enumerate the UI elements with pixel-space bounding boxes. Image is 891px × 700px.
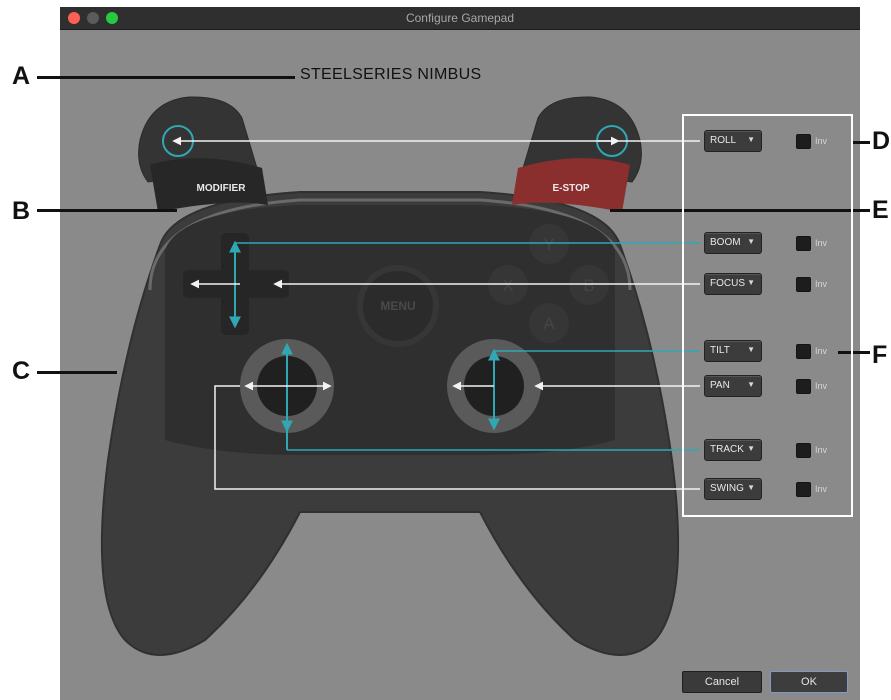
tilt-axis-dropdown[interactable]: TILT ▼	[704, 340, 762, 362]
boom-invert-checkbox[interactable]	[796, 236, 811, 251]
ok-button[interactable]: OK	[770, 671, 848, 693]
boom-axis-dropdown[interactable]: BOOM ▼	[704, 232, 762, 254]
boom-invert-label: Inv	[815, 238, 828, 248]
callout-d: D	[872, 127, 891, 155]
chevron-down-icon: ▼	[747, 278, 755, 287]
focus-invert-label: Inv	[815, 279, 828, 289]
pan-axis-dropdown[interactable]: PAN ▼	[704, 375, 762, 397]
track-invert-checkbox[interactable]	[796, 443, 811, 458]
focus-axis-label: FOCUS	[710, 278, 745, 289]
chevron-down-icon: ▼	[747, 237, 755, 246]
roll-axis-label: ROLL	[710, 135, 737, 146]
focus-invert-checkbox[interactable]	[796, 277, 811, 292]
callout-a-line	[37, 76, 295, 79]
callout-c-line	[37, 371, 117, 374]
pan-invert-label: Inv	[815, 381, 828, 391]
pan-axis-label: PAN	[710, 380, 730, 391]
roll-invert-checkbox[interactable]	[796, 134, 811, 149]
cancel-button[interactable]: Cancel	[682, 671, 762, 693]
callout-e: E	[872, 196, 889, 224]
pan-invert-checkbox[interactable]	[796, 379, 811, 394]
chevron-down-icon: ▼	[747, 345, 755, 354]
callout-b: B	[12, 197, 31, 225]
swing-axis-label: SWING	[710, 483, 744, 494]
tilt-invert-checkbox[interactable]	[796, 344, 811, 359]
estop-label: E-STOP	[552, 183, 589, 194]
callout-b-line	[37, 209, 177, 212]
chevron-down-icon: ▼	[747, 444, 755, 453]
focus-axis-dropdown[interactable]: FOCUS ▼	[704, 273, 762, 295]
swing-axis-dropdown[interactable]: SWING ▼	[704, 478, 762, 500]
swing-invert-label: Inv	[815, 484, 828, 494]
chevron-down-icon: ▼	[747, 380, 755, 389]
modifier-label: MODIFIER	[197, 183, 247, 194]
roll-axis-dropdown[interactable]: ROLL ▼	[704, 130, 762, 152]
face-label-x: X	[502, 276, 513, 295]
controller-model-title: STEELSERIES NIMBUS	[300, 66, 482, 83]
track-axis-dropdown[interactable]: TRACK ▼	[704, 439, 762, 461]
roll-invert-label: Inv	[815, 136, 828, 146]
callout-a: A	[12, 62, 31, 90]
menu-label: MENU	[380, 299, 415, 313]
callout-c: C	[12, 357, 31, 385]
track-axis-label: TRACK	[710, 444, 744, 455]
chevron-down-icon: ▼	[747, 483, 755, 492]
face-label-a: A	[543, 314, 555, 333]
chevron-down-icon: ▼	[747, 135, 755, 144]
tilt-axis-label: TILT	[710, 345, 730, 356]
face-label-y: Y	[543, 235, 554, 254]
swing-invert-checkbox[interactable]	[796, 482, 811, 497]
tilt-invert-label: Inv	[815, 346, 828, 356]
track-invert-label: Inv	[815, 445, 828, 455]
face-label-b: B	[583, 276, 594, 295]
boom-axis-label: BOOM	[710, 237, 741, 248]
callout-d-line	[851, 141, 870, 144]
callout-f: F	[872, 341, 888, 369]
